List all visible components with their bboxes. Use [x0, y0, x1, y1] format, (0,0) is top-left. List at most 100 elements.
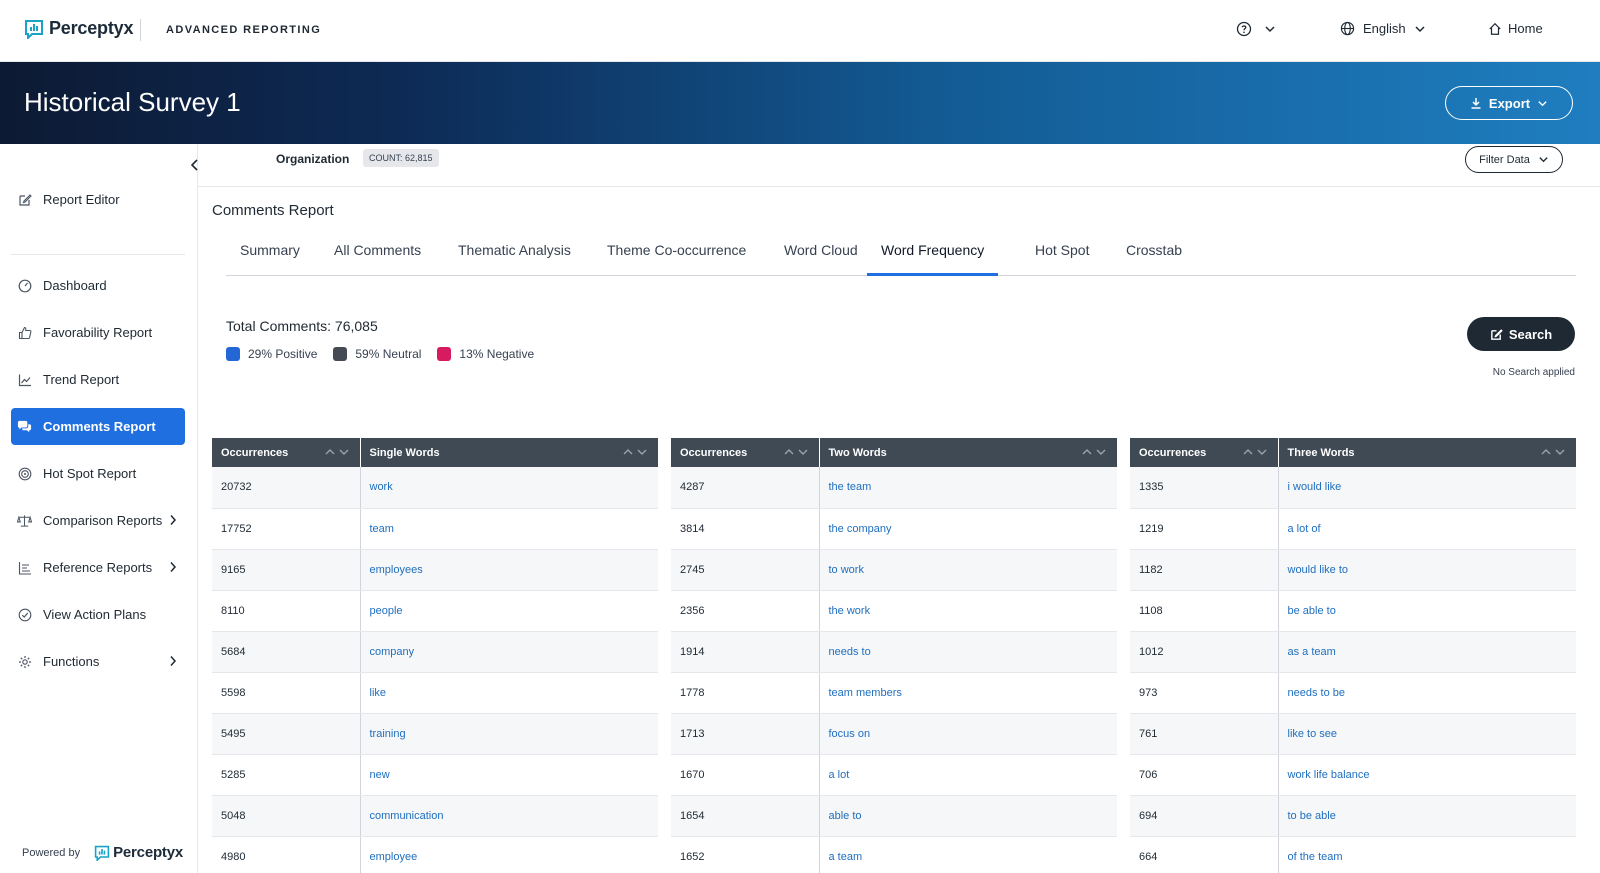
- sidebar-item-label: Hot Spot Report: [43, 466, 137, 481]
- sort-icon[interactable]: [324, 447, 352, 460]
- tab-summary[interactable]: Summary: [240, 242, 300, 276]
- occurrences-cell: 2356: [671, 590, 820, 632]
- phrase-link[interactable]: a team: [819, 836, 1117, 873]
- phrase-link[interactable]: employees: [360, 549, 658, 591]
- occurrences-cell: 3814: [671, 508, 820, 550]
- occurrences-cell: 4980: [212, 836, 361, 873]
- phrase-link[interactable]: like: [360, 672, 658, 714]
- phrase-link[interactable]: i would like: [1278, 467, 1576, 509]
- home-label: Home: [1508, 21, 1543, 36]
- phrase-link[interactable]: would like to: [1278, 549, 1576, 591]
- phrase-link[interactable]: of the team: [1278, 836, 1576, 873]
- phrase-link[interactable]: new: [360, 754, 658, 796]
- occurrences-cell: 706: [1130, 754, 1279, 796]
- phrase-link[interactable]: be able to: [1278, 590, 1576, 632]
- sidebar-item-favorability-report[interactable]: Favorability Report: [11, 314, 185, 351]
- phrase-link[interactable]: able to: [819, 795, 1117, 837]
- table-row: 1713 focus on: [671, 713, 1117, 755]
- phrase-link[interactable]: the team: [819, 467, 1117, 509]
- phrase-header[interactable]: Single Words: [360, 438, 658, 467]
- sort-icon[interactable]: [783, 447, 811, 460]
- table-row: 9165 employees: [212, 549, 658, 591]
- phrase-link[interactable]: communication: [360, 795, 658, 837]
- sidebar-item-reference-reports[interactable]: Reference Reports: [11, 549, 185, 586]
- phrase-link[interactable]: to be able: [1278, 795, 1576, 837]
- table-row: 1652 a team: [671, 836, 1117, 873]
- phrase-link[interactable]: like to see: [1278, 713, 1576, 755]
- phrase-link[interactable]: needs to: [819, 631, 1117, 673]
- table-header-row: Occurrences Single Words: [212, 438, 658, 467]
- home-link[interactable]: Home: [1488, 21, 1543, 36]
- search-button[interactable]: Search: [1467, 317, 1575, 351]
- occurrences-cell: 694: [1130, 795, 1279, 837]
- occurrences-cell: 17752: [212, 508, 361, 550]
- sidebar-item-comments-report[interactable]: Comments Report: [11, 408, 185, 445]
- sidebar-item-view-action-plans[interactable]: View Action Plans: [11, 596, 185, 633]
- table-row: 973 needs to be: [1130, 672, 1576, 714]
- sidebar-item-dashboard[interactable]: Dashboard: [11, 267, 185, 304]
- phrase-link[interactable]: team: [360, 508, 658, 550]
- tab-word-frequency[interactable]: Word Frequency: [867, 242, 999, 276]
- neutral-swatch: [333, 347, 348, 361]
- help-menu[interactable]: [1236, 21, 1276, 37]
- occurrences-header[interactable]: Occurrences: [1130, 438, 1279, 467]
- sidebar-item-functions[interactable]: Functions: [11, 643, 185, 680]
- phrase-header[interactable]: Two Words: [819, 438, 1117, 467]
- phrase-link[interactable]: training: [360, 713, 658, 755]
- occurrences-cell: 5684: [212, 631, 361, 673]
- occurrences-cell: 1654: [671, 795, 820, 837]
- table-row: 1654 able to: [671, 795, 1117, 837]
- phrase-link[interactable]: as a team: [1278, 631, 1576, 673]
- chevron-right-icon: [170, 656, 177, 666]
- sort-icon[interactable]: [622, 447, 650, 460]
- sort-icon[interactable]: [1081, 447, 1109, 460]
- table-row: 4980 employee: [212, 836, 658, 873]
- sidebar-item-trend-report[interactable]: Trend Report: [11, 361, 185, 398]
- tab-hot-spot[interactable]: Hot Spot: [1035, 242, 1089, 276]
- phrase-link[interactable]: focus on: [819, 713, 1117, 755]
- phrase-link[interactable]: employee: [360, 836, 658, 873]
- phrase-link[interactable]: the company: [819, 508, 1117, 550]
- chevron-down-icon: [1415, 25, 1425, 32]
- tab-all-comments[interactable]: All Comments: [334, 242, 421, 276]
- phrase-link[interactable]: the work: [819, 590, 1117, 632]
- report-tabs: Summary All Comments Thematic Analysis T…: [226, 232, 1576, 276]
- phrase-link[interactable]: people: [360, 590, 658, 632]
- table-row: 706 work life balance: [1130, 754, 1576, 796]
- sidebar-item-comparison-reports[interactable]: Comparison Reports: [11, 502, 185, 539]
- sidebar-item-hot-spot-report[interactable]: Hot Spot Report: [11, 455, 185, 492]
- phrase-link[interactable]: to work: [819, 549, 1117, 591]
- tab-crosstab[interactable]: Crosstab: [1126, 242, 1182, 276]
- phrase-link[interactable]: work life balance: [1278, 754, 1576, 796]
- chevron-down-icon: [1265, 26, 1275, 33]
- table-row: 1219 a lot of: [1130, 508, 1576, 550]
- tab-theme-co-occurrence[interactable]: Theme Co-occurrence: [607, 242, 746, 276]
- sidebar-item-report-editor[interactable]: Report Editor: [11, 181, 185, 218]
- phrase-link[interactable]: a lot of: [1278, 508, 1576, 550]
- phrase-link[interactable]: work: [360, 467, 658, 509]
- sort-icon[interactable]: [1242, 447, 1270, 460]
- phrase-link[interactable]: a lot: [819, 754, 1117, 796]
- filter-data-label: Filter Data: [1479, 153, 1530, 166]
- table-row: 5285 new: [212, 754, 658, 796]
- occurrences-cell: 1219: [1130, 508, 1279, 550]
- phrase-link[interactable]: company: [360, 631, 658, 673]
- occurrences-header[interactable]: Occurrences: [671, 438, 820, 467]
- top-bar: Perceptyx ADVANCED REPORTING English Hom…: [0, 0, 1600, 62]
- phrase-link[interactable]: team members: [819, 672, 1117, 714]
- language-selector[interactable]: English: [1340, 21, 1426, 36]
- powered-logo-text: Perceptyx: [113, 844, 184, 861]
- perceptyx-logo[interactable]: Perceptyx: [24, 18, 133, 39]
- phrase-link[interactable]: needs to be: [1278, 672, 1576, 714]
- tab-word-cloud[interactable]: Word Cloud: [784, 242, 858, 276]
- table-row: 1914 needs to: [671, 631, 1117, 673]
- sidebar-item-label: Comparison Reports: [43, 513, 163, 528]
- occurrences-header[interactable]: Occurrences: [212, 438, 361, 467]
- phrase-header[interactable]: Three Words: [1278, 438, 1576, 467]
- filter-data-button[interactable]: Filter Data: [1465, 146, 1563, 173]
- tab-thematic-analysis[interactable]: Thematic Analysis: [458, 242, 571, 276]
- chevron-down-icon: [1539, 157, 1548, 163]
- table-body: 20732 work 17752 team 9165 employees 8110 peopl…: [212, 467, 658, 873]
- sort-icon[interactable]: [1540, 447, 1568, 460]
- export-button[interactable]: Export: [1445, 86, 1573, 120]
